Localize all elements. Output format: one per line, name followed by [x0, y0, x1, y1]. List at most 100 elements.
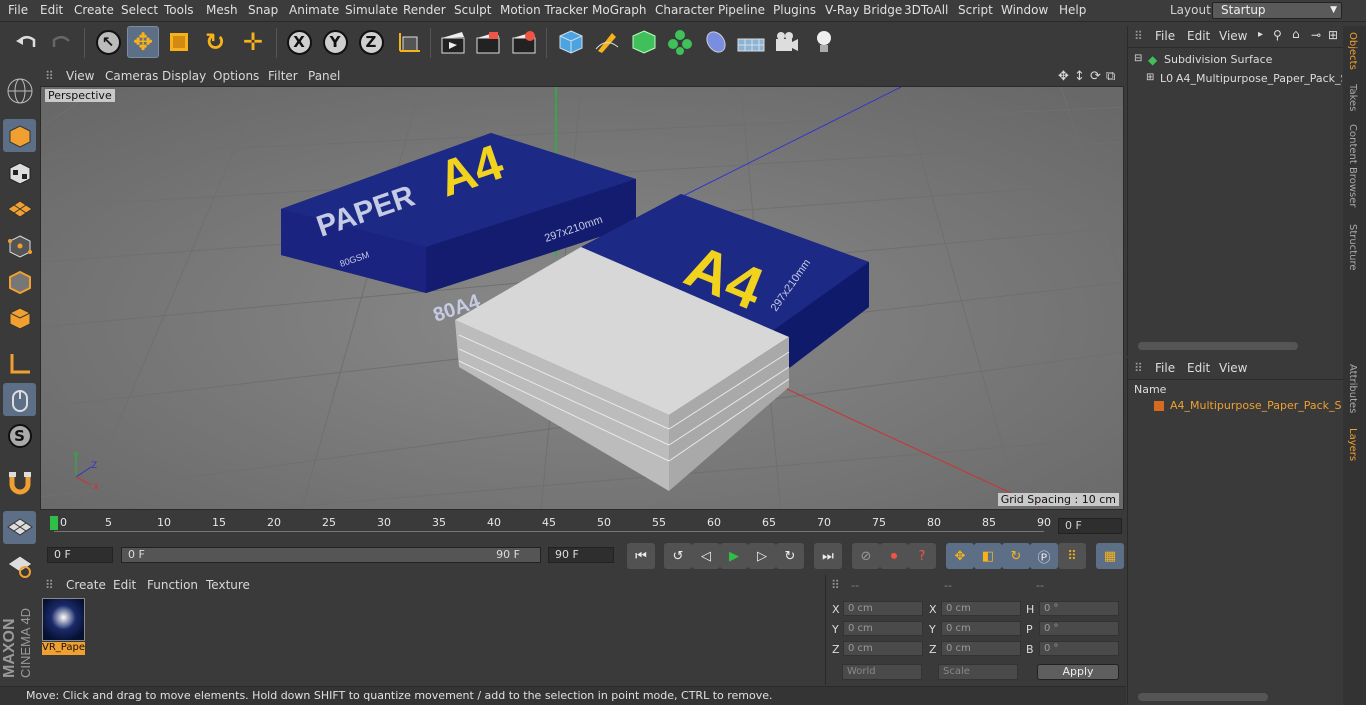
- column-header-name[interactable]: Name: [1134, 383, 1166, 396]
- viewport-menu-cameras[interactable]: Cameras: [105, 69, 158, 83]
- layers-menu-view[interactable]: View: [1219, 361, 1247, 375]
- size-x-field[interactable]: 0 cm: [941, 601, 1021, 616]
- tab-content-browser[interactable]: Content Browser: [1347, 124, 1358, 207]
- position-x-field[interactable]: 0 cm: [843, 601, 923, 616]
- tab-structure[interactable]: Structure: [1347, 224, 1358, 271]
- menu-create[interactable]: Create: [74, 3, 114, 17]
- viewport-maximize-icon[interactable]: ⧉: [1106, 69, 1115, 84]
- objects-menu-file[interactable]: File: [1155, 29, 1175, 43]
- pen-spline-button[interactable]: [591, 26, 623, 58]
- home-icon[interactable]: ⌂: [1292, 27, 1300, 41]
- layers-menu-file[interactable]: File: [1155, 361, 1175, 375]
- redo-button[interactable]: [46, 26, 78, 58]
- tab-attributes[interactable]: Attributes: [1347, 364, 1358, 413]
- workplane-lock-button[interactable]: [3, 511, 36, 544]
- make-editable-button[interactable]: [3, 74, 36, 107]
- light-button[interactable]: [808, 26, 840, 58]
- frame-range-slider[interactable]: 0 F 90 F: [121, 547, 541, 563]
- object-row-subdivision[interactable]: ⊟ ◆ Subdivision Surface: [1130, 53, 1342, 69]
- cloner-button[interactable]: [664, 26, 696, 58]
- rotation-p-field[interactable]: 0 °: [1039, 621, 1119, 636]
- objects-scrollbar[interactable]: [1138, 342, 1298, 350]
- 3d-viewport[interactable]: PAPER A4 297x210mm 80A4 80GSM A4 297x210…: [40, 86, 1124, 510]
- material-menu-create[interactable]: Create: [66, 578, 106, 592]
- menu-mograph[interactable]: MoGraph: [592, 3, 647, 17]
- play-button[interactable]: ▶: [720, 543, 748, 569]
- tree-collapse-icon[interactable]: ⊟: [1134, 53, 1142, 64]
- rotation-b-field[interactable]: 0 °: [1039, 641, 1119, 656]
- previous-frame-button[interactable]: ◁: [692, 543, 720, 569]
- menu-snap[interactable]: Snap: [248, 3, 278, 17]
- tree-expand-icon[interactable]: ⊞: [1146, 72, 1154, 83]
- snap-button[interactable]: [3, 466, 36, 499]
- viewport-rotate-icon[interactable]: ⟳: [1090, 69, 1101, 84]
- material-name[interactable]: VR_Paper: [42, 642, 85, 655]
- edges-mode-button[interactable]: [3, 265, 36, 298]
- deformer-button[interactable]: [700, 26, 732, 58]
- timeline-window-button[interactable]: ▦: [1096, 543, 1124, 569]
- tweak-mode-button[interactable]: [3, 383, 36, 416]
- key-rotation-button[interactable]: ↻: [1002, 543, 1030, 569]
- menu-more-icon[interactable]: ▸: [1258, 29, 1263, 40]
- go-to-start-button[interactable]: ⏮: [627, 543, 655, 569]
- menu-3dtoall[interactable]: 3DToAll: [904, 3, 948, 17]
- viewport-menu-filter[interactable]: Filter: [268, 69, 298, 83]
- layout-select[interactable]: Startup ▼: [1212, 2, 1342, 19]
- material-menu-edit[interactable]: Edit: [113, 578, 136, 592]
- material-menu-texture[interactable]: Texture: [206, 578, 250, 592]
- camera-button[interactable]: [771, 26, 803, 58]
- go-to-end-button[interactable]: ⏭: [814, 543, 842, 569]
- move-tool-button[interactable]: ✥: [127, 26, 159, 58]
- live-selection-button[interactable]: ↖: [92, 26, 124, 58]
- autokey-button[interactable]: ⏺: [880, 543, 908, 569]
- menu-file[interactable]: File: [8, 3, 28, 17]
- viewport-zoom-icon[interactable]: ↕: [1074, 69, 1085, 84]
- menu-tools[interactable]: Tools: [164, 3, 194, 17]
- object-row-paper-pack[interactable]: ⊞ L0 A4_Multipurpose_Paper_Pack_Set: [1130, 72, 1342, 88]
- rotation-h-field[interactable]: 0 °: [1039, 601, 1119, 616]
- coordinate-system-button[interactable]: [393, 26, 425, 58]
- subdivision-surface-button[interactable]: [628, 26, 660, 58]
- menu-plugins[interactable]: Plugins: [773, 3, 816, 17]
- objects-menu-view[interactable]: View: [1219, 29, 1247, 43]
- menu-mesh[interactable]: Mesh: [206, 3, 238, 17]
- previous-key-button[interactable]: ↺: [664, 543, 692, 569]
- menu-select[interactable]: Select: [121, 3, 158, 17]
- current-frame-field[interactable]: 0 F: [1058, 518, 1122, 534]
- size-z-field[interactable]: 0 cm: [941, 641, 1021, 656]
- menu-edit[interactable]: Edit: [40, 3, 63, 17]
- floor-button[interactable]: [735, 26, 767, 58]
- next-frame-button[interactable]: ▷: [748, 543, 776, 569]
- key-point-level-button[interactable]: ⠿: [1058, 543, 1086, 569]
- menu-character[interactable]: Character: [655, 3, 714, 17]
- coordinate-space-select[interactable]: World: [842, 664, 922, 680]
- transform-tool-button[interactable]: ✛: [237, 26, 269, 58]
- apply-button[interactable]: Apply: [1037, 664, 1119, 680]
- material-thumbnail[interactable]: [42, 598, 85, 641]
- timeline-ruler[interactable]: 0 5 10 15 20 25 30 35 40 45 50 55 60 65 …: [40, 512, 1126, 534]
- record-off-button[interactable]: ⊘: [852, 543, 880, 569]
- material-menu-function[interactable]: Function: [147, 578, 198, 592]
- menu-render[interactable]: Render: [403, 3, 446, 17]
- menu-animate[interactable]: Animate: [289, 3, 339, 17]
- tab-takes[interactable]: Takes: [1347, 84, 1358, 111]
- undo-button[interactable]: [10, 26, 42, 58]
- menu-sculpt[interactable]: Sculpt: [454, 3, 491, 17]
- scale-tool-button[interactable]: [163, 26, 195, 58]
- size-mode-select[interactable]: Scale: [938, 664, 1018, 680]
- tab-layers[interactable]: Layers: [1347, 428, 1358, 461]
- points-mode-button[interactable]: [3, 229, 36, 262]
- workplane-mode-button[interactable]: [3, 192, 36, 225]
- menu-simulate[interactable]: Simulate: [345, 3, 398, 17]
- solo-button[interactable]: S: [3, 419, 36, 452]
- viewport-pan-icon[interactable]: ✥: [1058, 69, 1069, 84]
- keyframe-selection-button[interactable]: ?: [908, 543, 936, 569]
- menu-pipeline[interactable]: Pipeline: [718, 3, 765, 17]
- texture-mode-button[interactable]: [3, 156, 36, 189]
- model-mode-button[interactable]: [3, 119, 36, 152]
- viewport-menu-display[interactable]: Display: [162, 69, 206, 83]
- next-key-button[interactable]: ↻: [776, 543, 804, 569]
- search-icon[interactable]: ⚲: [1273, 28, 1282, 42]
- viewport-menu-panel[interactable]: Panel: [308, 69, 340, 83]
- size-y-field[interactable]: 0 cm: [941, 621, 1021, 636]
